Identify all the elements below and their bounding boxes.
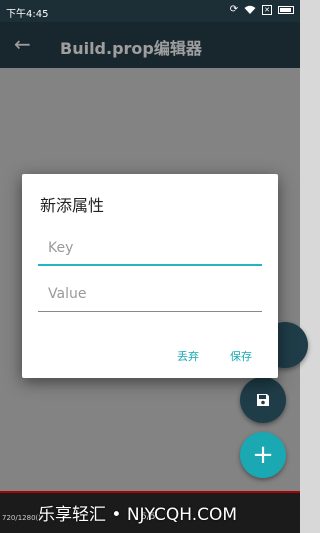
sync-icon: ⟳ [229,4,239,15]
watermark: 乐享轻汇 • NJYCQH.COM [38,505,238,525]
status-icons: ⟳ ✕ [230,4,294,15]
wifi-icon [244,5,256,14]
status-bar: 下午4:45 ⟳ ✕ [0,0,300,22]
new-property-dialog: 新添属性 Key Value 丢弃 保存 [22,174,278,378]
dialog-title: 新添属性 [40,196,105,215]
status-time: 下午4:45 [6,9,49,20]
discard-button[interactable]: 丢弃 [177,348,199,364]
resolution-label: 720/1280() [2,514,41,522]
save-fab-button[interactable] [240,377,286,423]
value-placeholder: Value [48,286,87,302]
key-input[interactable]: Key [38,234,262,266]
add-icon: + [252,440,274,470]
save-icon [257,394,269,406]
save-button[interactable]: 保存 [230,348,252,364]
value-input[interactable]: Value [38,280,262,312]
battery-icon [278,5,294,14]
add-fab-button[interactable]: + [240,432,286,478]
sim-icon: ✕ [262,4,272,15]
key-placeholder: Key [48,240,74,256]
